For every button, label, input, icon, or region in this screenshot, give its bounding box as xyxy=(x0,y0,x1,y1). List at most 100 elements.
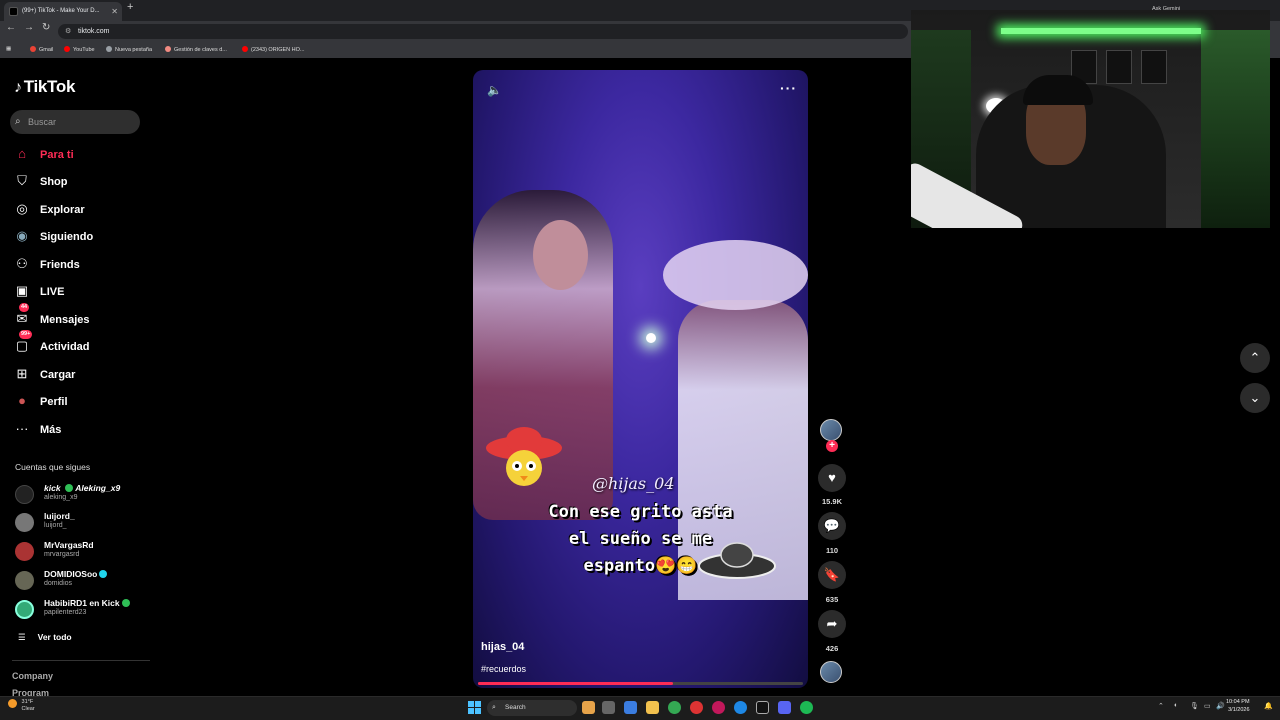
browser-tab[interactable]: (99+) TikTok - Make Your D... ✕ xyxy=(4,2,122,21)
site-info-icon[interactable]: ⚙ xyxy=(65,24,71,39)
search-input[interactable]: ⌕ Buscar xyxy=(10,110,140,134)
nav-item-following[interactable]: ◉ Siguiendo xyxy=(14,226,93,246)
following-heading: Cuentas que sigues xyxy=(15,462,91,472)
activity-badge: 99+ xyxy=(19,330,33,339)
weather-sun-icon xyxy=(8,699,17,708)
nav-item-shop[interactable]: ⛉ Shop xyxy=(14,171,67,191)
like-count: 15.9K xyxy=(821,497,842,506)
bookmark-item[interactable]: YouTube xyxy=(64,46,95,53)
heart-icon: ♥ xyxy=(828,470,836,485)
taskbar-clock[interactable]: 10:04 PM 3/1/2026 xyxy=(1226,699,1250,714)
nav-item-profile[interactable]: ● Perfil xyxy=(14,391,67,411)
bookmark-item[interactable]: Gestión de claves d... xyxy=(165,46,227,53)
tray-overflow-icon[interactable]: ⌃ xyxy=(1158,702,1164,710)
nav-item-more[interactable]: ··· Más xyxy=(14,419,62,439)
previous-video-button[interactable]: ⌃ xyxy=(1240,343,1270,373)
edge-icon[interactable] xyxy=(734,701,747,714)
discord-icon[interactable] xyxy=(778,701,791,714)
bookmark-icon xyxy=(242,46,248,52)
share-icon: ➦ xyxy=(826,616,838,631)
search-icon: ⌕ xyxy=(15,116,21,127)
tab-close-icon[interactable]: ✕ xyxy=(111,2,118,21)
next-video-button[interactable]: ⌄ xyxy=(1240,383,1270,413)
volume-icon[interactable]: 🔊 xyxy=(1216,702,1225,710)
tab-title: (99+) TikTok - Make Your D... xyxy=(22,8,100,14)
bookmark-item[interactable]: Gmail xyxy=(30,46,53,53)
sound-disc-avatar[interactable] xyxy=(820,661,842,683)
mute-icon[interactable]: 🔈 xyxy=(487,83,502,97)
nav-item-live[interactable]: ▣ LIVE xyxy=(14,281,65,301)
share-button[interactable]: ➦ xyxy=(818,610,846,638)
stage-light xyxy=(646,333,656,343)
avatar xyxy=(15,571,34,590)
chevron-up-icon: ⌃ xyxy=(1249,350,1261,365)
video-caption-line: espanto😍😁 xyxy=(583,556,698,576)
upload-icon: ⊞ xyxy=(16,366,28,381)
video-figure xyxy=(663,240,808,310)
streamer-cap xyxy=(1023,75,1093,105)
reload-icon[interactable]: ↻ xyxy=(42,22,50,33)
video-hashtag[interactable]: #recuerdos xyxy=(481,664,526,674)
bookmark-icon: 🔖 xyxy=(823,567,841,582)
more-dots-icon: ··· xyxy=(15,421,29,436)
divider xyxy=(12,660,150,661)
copilot-icon[interactable] xyxy=(624,701,637,714)
list-icon: ☰ xyxy=(18,632,26,642)
taskbar-app-icon[interactable] xyxy=(712,701,725,714)
tiktok-note-icon: ♪ xyxy=(14,79,22,96)
taskbar-app-icon[interactable] xyxy=(582,701,595,714)
nav-item-explore[interactable]: ◎ Explorar xyxy=(14,199,84,219)
bookmark-icon xyxy=(30,46,36,52)
new-tab-button[interactable]: + xyxy=(127,1,133,13)
creator-avatar[interactable] xyxy=(820,419,842,441)
footer-link-company[interactable]: Company xyxy=(12,671,53,681)
search-placeholder: Buscar xyxy=(28,117,57,127)
comment-icon: 💬 xyxy=(823,518,841,533)
video-player[interactable] xyxy=(473,70,808,688)
live-icon: ▣ xyxy=(15,283,29,298)
chrome-icon[interactable] xyxy=(668,701,681,714)
messages-badge: 44 xyxy=(19,303,30,312)
wall-frame xyxy=(1106,50,1132,84)
forward-icon[interactable]: → xyxy=(24,22,34,33)
weather-widget[interactable]: 31°F Clear xyxy=(8,699,35,713)
bookmark-item[interactable]: (2343) ORIGEN HO... xyxy=(242,46,305,53)
taskbar-app-icon[interactable] xyxy=(690,701,703,714)
apps-grid-icon[interactable]: ▦ xyxy=(6,46,11,52)
home-icon: ⌂ xyxy=(18,146,26,161)
see-all-link[interactable]: ☰ Ver todo xyxy=(18,632,72,643)
notifications-icon[interactable]: 🔔 xyxy=(1264,702,1273,710)
like-button[interactable]: ♥ xyxy=(818,464,846,492)
video-progress-fill xyxy=(478,682,673,685)
nav-item-friends[interactable]: ⚇ Friends xyxy=(14,254,80,274)
verified-badge-icon xyxy=(64,484,73,492)
file-explorer-icon[interactable] xyxy=(646,701,659,714)
back-icon[interactable]: ← xyxy=(6,22,16,33)
more-options-icon[interactable]: ··· xyxy=(780,80,797,96)
windows-start-icon[interactable] xyxy=(468,701,481,714)
tiktok-favicon-icon xyxy=(9,7,18,16)
nav-item-upload[interactable]: ⊞ Cargar xyxy=(14,364,76,384)
tiktok-logo[interactable]: ♪ TikTok xyxy=(14,77,75,97)
messages-icon: ✉ xyxy=(16,311,28,326)
spotify-icon[interactable] xyxy=(800,701,813,714)
taskbar-app-icon[interactable] xyxy=(756,701,769,714)
tray-app-icon[interactable]: ◐ xyxy=(1174,702,1178,709)
neon-light xyxy=(1001,28,1201,34)
save-button[interactable]: 🔖 xyxy=(818,561,846,589)
follow-plus-icon[interactable]: + xyxy=(826,440,838,452)
bookmark-item[interactable]: Nueva pestaña xyxy=(106,46,152,53)
mic-icon[interactable]: 🎙 xyxy=(1190,702,1199,710)
nav-item-messages[interactable]: ✉ 44 Mensajes xyxy=(14,303,90,329)
address-bar[interactable]: ⚙ tiktok.com xyxy=(58,24,908,39)
task-view-icon[interactable] xyxy=(602,701,615,714)
nav-item-for-you[interactable]: ⌂ Para ti xyxy=(14,144,74,164)
nav-item-activity[interactable]: ▢ 99+ Actividad xyxy=(14,330,90,356)
compass-icon: ◎ xyxy=(16,201,28,216)
taskbar-search[interactable]: ⌕ Search xyxy=(487,700,577,716)
comment-button[interactable]: 💬 xyxy=(818,512,846,540)
video-author[interactable]: hijas_04 xyxy=(481,641,524,653)
search-icon: ⌕ xyxy=(492,704,496,711)
network-icon[interactable]: ▭ xyxy=(1204,702,1211,710)
video-figure xyxy=(533,220,588,290)
